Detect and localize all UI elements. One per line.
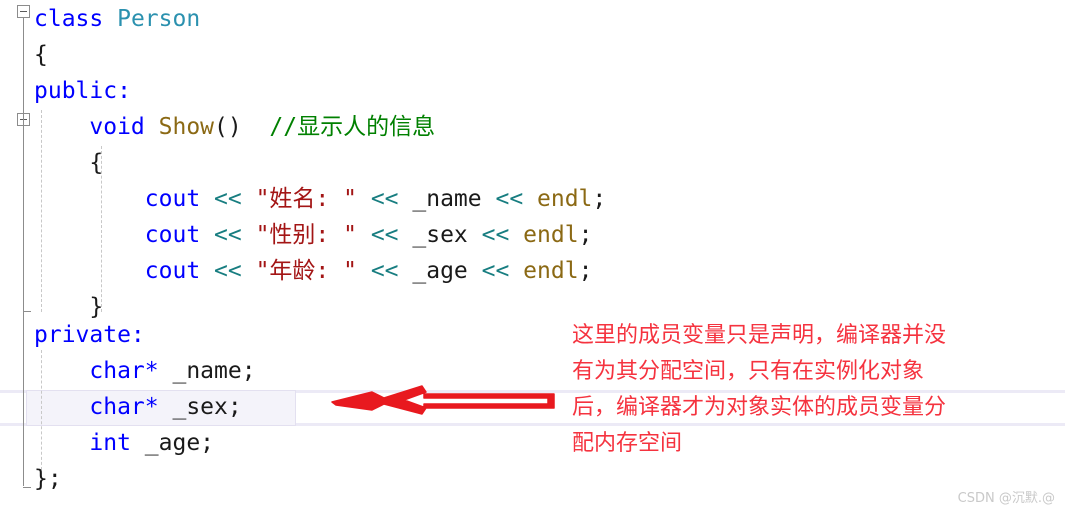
code-line-13[interactable]: int _age;	[34, 425, 214, 461]
token-type-int: int	[89, 430, 131, 456]
token-type-charptr: char*	[89, 394, 159, 420]
token-declaration-sex: _sex;	[158, 394, 242, 420]
token-declaration-age: _age;	[130, 430, 215, 456]
token-member-name: _name	[412, 186, 496, 212]
token-access-specifier-public: public:	[34, 78, 131, 104]
code-line-1[interactable]: class Person	[34, 1, 200, 37]
annotation-line-2: 有为其分配空间，只有在实例化对象	[572, 359, 925, 384]
token-parens: ()	[214, 114, 270, 140]
code-line-6[interactable]: cout << "姓名: " << _name << endl;	[34, 181, 606, 217]
token-keyword-void: void	[89, 114, 159, 140]
token-class-end: };	[34, 466, 62, 492]
code-line-12[interactable]: char* _sex;	[34, 389, 242, 425]
csdn-watermark: CSDN @沉默.@	[957, 491, 1055, 506]
token-semicolon: ;	[578, 258, 593, 284]
token-cout: cout	[144, 222, 215, 248]
annotation-line-1: 这里的成员变量只是声明，编译器并没	[572, 323, 947, 348]
token-endl: endl	[537, 186, 593, 212]
outline-end-marker-method	[23, 311, 31, 312]
token-shift-operator: <<	[214, 258, 256, 284]
token-brace: {	[89, 150, 104, 176]
code-line-14[interactable]: };	[34, 461, 62, 497]
token-shift-operator: <<	[214, 222, 256, 248]
code-line-7[interactable]: cout << "性别: " << _sex << endl;	[34, 217, 593, 253]
token-brace: {	[34, 42, 48, 68]
code-line-3[interactable]: public:	[34, 73, 131, 109]
annotation-arrow-icon	[331, 385, 555, 415]
token-class-name: Person	[117, 6, 201, 32]
token-shift-operator: <<	[481, 258, 524, 284]
token-shift-operator: <<	[370, 258, 413, 284]
token-semicolon: ;	[578, 222, 593, 248]
token-endl: endl	[523, 258, 579, 284]
token-comment: //显示人的信息	[269, 114, 436, 140]
collapse-toggle-class-icon[interactable]	[17, 5, 30, 18]
token-cout: cout	[144, 258, 215, 284]
code-line-10[interactable]: private:	[34, 317, 145, 353]
token-string-name: "姓名: "	[255, 186, 357, 212]
token-semicolon: ;	[592, 186, 607, 212]
outline-vertical-line-outer	[23, 18, 24, 486]
token-member-age: _age	[412, 258, 482, 284]
code-line-4[interactable]: void Show() //显示人的信息	[34, 109, 435, 145]
token-endl: endl	[523, 222, 579, 248]
token-function-show: Show	[158, 114, 215, 140]
code-line-11[interactable]: char* _name;	[34, 353, 256, 389]
token-shift-operator: <<	[481, 222, 524, 248]
code-line-2[interactable]: {	[34, 37, 48, 73]
code-line-8[interactable]: cout << "年龄: " << _age << endl;	[34, 253, 593, 289]
token-shift-operator: <<	[214, 186, 256, 212]
outlining-margin[interactable]	[0, 0, 31, 512]
token-shift-operator: <<	[495, 186, 538, 212]
annotation-text-block: 这里的成员变量只是声明，编译器并没 有为其分配空间，只有在实例化对象 后，编译器…	[572, 318, 1052, 462]
outline-end-marker-class	[23, 487, 31, 488]
token-string-age: "年龄: "	[255, 258, 357, 284]
token-declaration-name: _name;	[158, 358, 256, 384]
annotation-line-3: 后，编译器才为对象实体的成员变量分	[572, 395, 947, 420]
token-shift-operator: <<	[370, 222, 413, 248]
token-string-sex: "性别: "	[255, 222, 357, 248]
annotation-line-4: 配内存空间	[572, 431, 683, 456]
token-access-specifier-private: private:	[34, 322, 145, 348]
code-line-5[interactable]: {	[34, 145, 103, 181]
token-keyword: class	[34, 6, 118, 32]
token-member-sex: _sex	[412, 222, 482, 248]
token-type-charptr: char*	[89, 358, 159, 384]
token-shift-operator: <<	[370, 186, 413, 212]
token-cout: cout	[144, 186, 215, 212]
code-editor-surface[interactable]: class Person { public: void Show() //显示人…	[0, 0, 1065, 512]
